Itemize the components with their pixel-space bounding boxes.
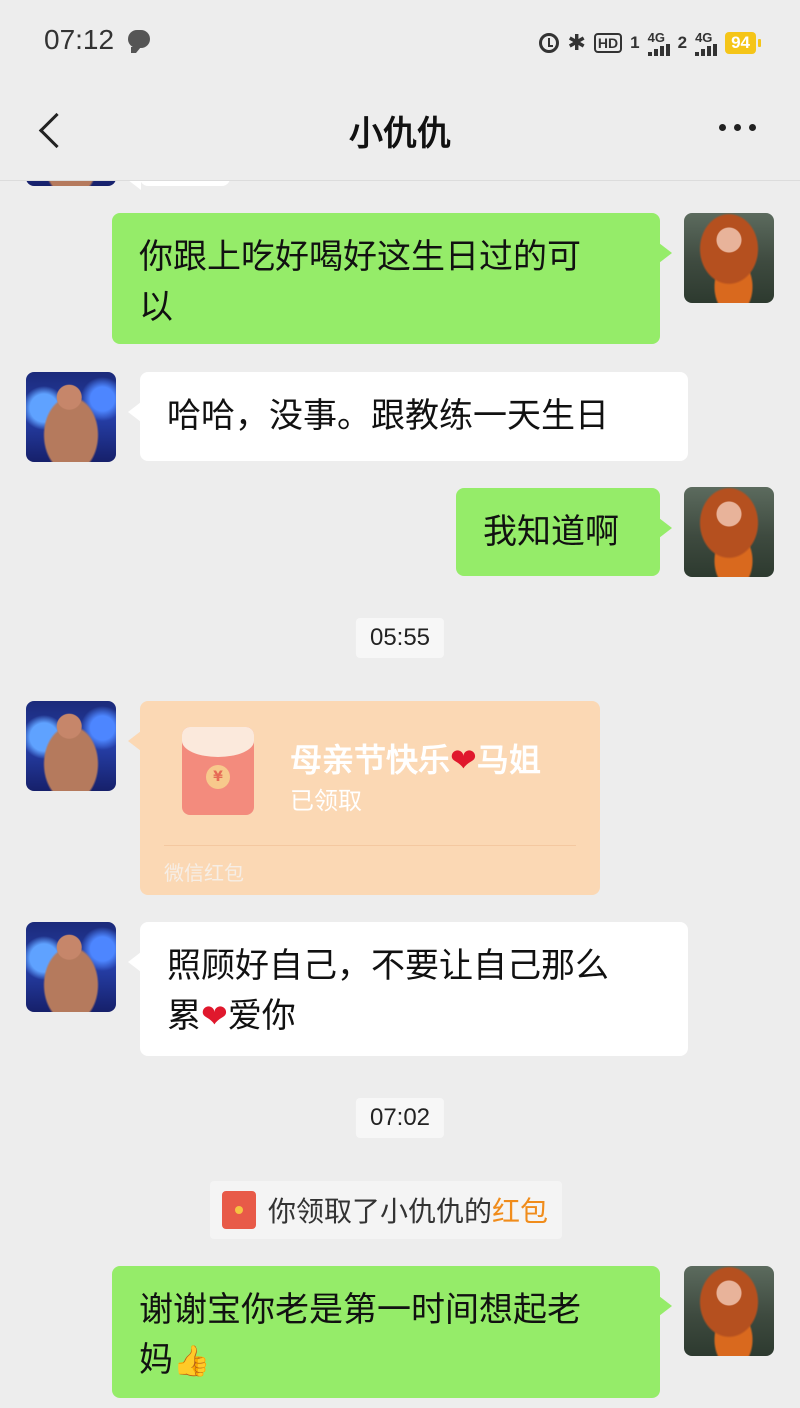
avatar-self[interactable] — [684, 1266, 774, 1356]
red-packet-title-text: 母亲节快乐 — [290, 741, 451, 779]
chat-title: 小仇仇 — [349, 114, 451, 154]
yuan-coin-icon: ¥ — [206, 765, 230, 789]
red-packet-title: 母亲节快乐❤马姐 — [290, 735, 541, 781]
message-text: 照顾好自己，不要让自己那么 — [167, 946, 609, 986]
message-text: 爱你 — [227, 996, 296, 1036]
avatar-contact[interactable] — [26, 372, 116, 462]
sim-index-label: 1 — [630, 33, 640, 52]
message-text: 累 — [167, 996, 201, 1036]
chat-message-list[interactable]: 你跟上吃好喝好这生日过的可 以 哈哈，没事。跟教练一天生日 我知道啊 05:55… — [0, 180, 800, 1408]
message-text: 我知道啊 — [483, 512, 619, 552]
red-packet-footer: 微信红包 — [164, 861, 244, 885]
signal-icon-sim2: 4G — [695, 29, 718, 56]
heart-emoji: ❤ — [201, 997, 228, 1035]
avatar-contact[interactable] — [26, 701, 116, 791]
signal-bars-icon — [695, 43, 718, 56]
avatar-contact[interactable] — [26, 922, 116, 1012]
red-packet-card[interactable]: ¥ 母亲节快乐❤马姐 已领取 微信红包 — [128, 701, 600, 895]
signal-bars-icon — [647, 43, 670, 56]
sim-index-label-2: 2 — [677, 33, 688, 52]
red-packet-status: 已领取 — [290, 787, 362, 815]
more-options-icon[interactable] — [719, 124, 756, 131]
bluetooth-icon: ✱ — [567, 30, 586, 56]
alarm-icon — [539, 33, 560, 53]
signal-icon-sim1: 4G — [647, 29, 670, 56]
message-bubble-sent[interactable]: 你跟上吃好喝好这生日过的可 以 — [112, 213, 672, 344]
heart-emoji: ❤ — [450, 741, 477, 779]
hd-icon: HD — [593, 33, 623, 53]
network-type-label: 4G — [647, 29, 665, 45]
message-bubble-received[interactable]: 照顾好自己，不要让自己那么 累❤爱你 — [128, 922, 688, 1056]
red-envelope-icon: ¥ — [182, 727, 254, 815]
red-packet-link[interactable]: 红包 — [492, 1195, 548, 1228]
message-text: 你跟上吃好喝好这生日过的可 — [139, 237, 581, 277]
message-notification-icon — [128, 30, 150, 53]
thumbs-up-emoji: 👍 — [173, 1344, 211, 1379]
message-text: 妈 — [139, 1340, 173, 1380]
status-time: 07:12 — [44, 24, 115, 55]
message-bubble-sent[interactable]: 我知道啊 — [456, 488, 672, 576]
timestamp: 05:55 — [355, 618, 445, 658]
battery-icon: 94 — [725, 32, 761, 54]
red-packet-title-suffix: 马姐 — [476, 741, 541, 779]
avatar-self[interactable] — [684, 213, 774, 303]
network-type-label: 4G — [695, 29, 713, 45]
message-text: 哈哈，没事。跟教练一天生日 — [167, 396, 609, 436]
chat-header: 小仇仇 — [0, 86, 800, 181]
status-icons: ✱ HD 1 4G 2 4G 94 — [539, 28, 761, 58]
message-bubble-sent[interactable]: 谢谢宝你老是第一时间想起老 妈👍 — [112, 1266, 672, 1398]
message-bubble-received[interactable]: 哈哈，没事。跟教练一天生日 — [128, 372, 688, 461]
red-packet-icon — [222, 1191, 256, 1229]
message-text: 谢谢宝你老是第一时间想起老 — [139, 1290, 581, 1330]
status-bar: 07:12 ✱ HD 1 4G 2 4G 94 — [0, 0, 800, 86]
avatar-self[interactable] — [684, 487, 774, 577]
message-text: 以 — [139, 287, 173, 327]
red-packet-divider — [164, 845, 576, 846]
timestamp: 07:02 — [355, 1098, 445, 1138]
system-notice-text: 你领取了小仇仇的 — [268, 1195, 493, 1228]
system-notice: 你领取了小仇仇的红包 — [210, 1181, 563, 1239]
